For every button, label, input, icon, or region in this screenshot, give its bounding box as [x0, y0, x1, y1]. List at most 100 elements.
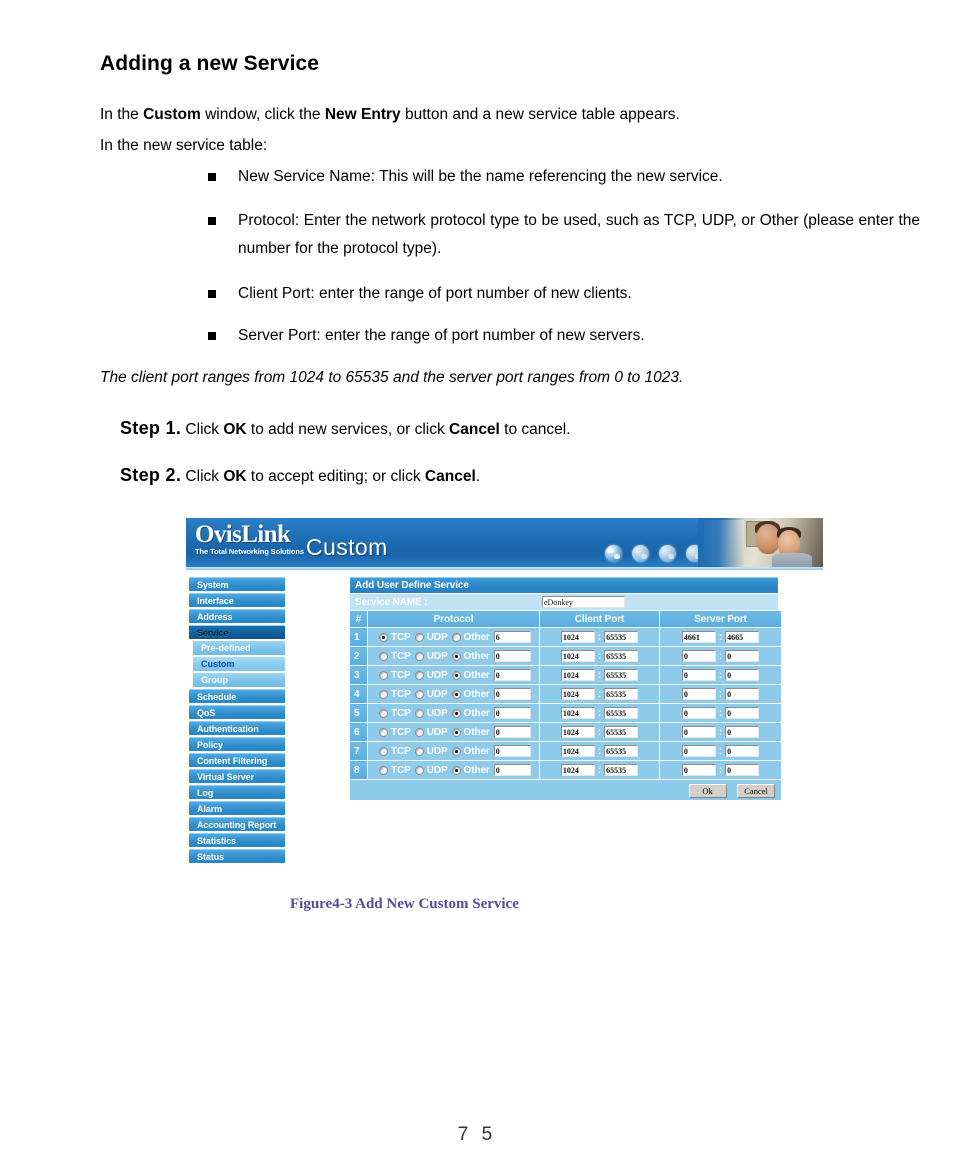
port-separator: :	[597, 631, 602, 643]
client-port-to-input[interactable]: 65535	[604, 650, 639, 662]
sidebar-item-qos[interactable]: QoS	[189, 705, 285, 719]
radio-udp[interactable]	[414, 689, 424, 699]
sidebar-item-virtual-server[interactable]: Virtual Server	[189, 769, 285, 783]
radio-other[interactable]	[451, 708, 461, 718]
server-port-to-input[interactable]: 0	[725, 726, 760, 738]
other-protocol-input[interactable]: 0	[493, 764, 531, 776]
server-port-to-input[interactable]: 0	[725, 707, 760, 719]
sidebar-item-status[interactable]: Status	[189, 849, 285, 863]
radio-tcp[interactable]	[379, 670, 388, 680]
radio-udp[interactable]	[414, 632, 424, 642]
server-port-to-input[interactable]: 0	[725, 688, 760, 700]
sidebar-item-group[interactable]: Group	[193, 673, 285, 687]
step-1-bold-ok: OK	[223, 421, 247, 438]
radio-other[interactable]	[451, 727, 461, 737]
server-port-from-input[interactable]: 0	[681, 650, 716, 662]
radio-tcp[interactable]	[379, 727, 388, 737]
sidebar-item-custom[interactable]: Custom	[193, 657, 285, 671]
client-port-to-input[interactable]: 65535	[604, 764, 639, 776]
radio-label-tcp: TCP	[391, 631, 411, 643]
radio-tcp[interactable]	[379, 746, 388, 756]
server-port-to-input[interactable]: 0	[725, 745, 760, 757]
client-port-from-input[interactable]: 1024	[560, 669, 595, 681]
radio-tcp[interactable]	[379, 651, 388, 661]
sidebar-item-statistics[interactable]: Statistics	[189, 833, 285, 847]
column-header-server-port: Server Port	[659, 610, 782, 628]
sidebar-item-interface[interactable]: Interface	[189, 593, 285, 607]
client-port-from-input[interactable]: 1024	[560, 707, 595, 719]
sidebar-item-authentication[interactable]: Authentication	[189, 721, 285, 735]
server-port-from-input[interactable]: 0	[681, 688, 716, 700]
table-row: 1 TCP UDP Other 6 1024: 65535 4661: 46…	[350, 627, 782, 647]
table-row: 7 TCP UDP Other 0 1024: 65535 0: 0	[350, 741, 782, 761]
radio-udp[interactable]	[414, 765, 424, 775]
sidebar-item-service[interactable]: Service	[189, 625, 285, 639]
other-protocol-input[interactable]: 0	[493, 650, 531, 662]
other-protocol-input[interactable]: 0	[493, 707, 531, 719]
radio-other[interactable]	[451, 746, 461, 756]
radio-other[interactable]	[451, 765, 461, 775]
server-port-cell: 0 : 0	[659, 760, 782, 780]
radio-other[interactable]	[451, 670, 461, 680]
radio-other[interactable]	[451, 689, 461, 699]
radio-tcp[interactable]	[379, 765, 388, 775]
radio-other[interactable]	[451, 632, 461, 642]
server-port-to-input[interactable]: 0	[725, 669, 760, 681]
sidebar-item-address[interactable]: Address	[189, 609, 285, 623]
client-port-from-input[interactable]: 1024	[560, 650, 595, 662]
list-item-label: Server Port: enter the range of port num…	[238, 327, 645, 344]
server-port-from-input[interactable]: 0	[681, 726, 716, 738]
cancel-button[interactable]: Cancel	[737, 784, 775, 798]
radio-udp[interactable]	[414, 727, 424, 737]
other-protocol-input[interactable]: 6	[493, 631, 531, 643]
client-port-to-input[interactable]: 65535	[604, 631, 639, 643]
radio-udp[interactable]	[414, 746, 424, 756]
client-port-to-input[interactable]: 65535	[604, 669, 639, 681]
document-page: Adding a new Service In the Custom windo…	[0, 0, 954, 1155]
server-port-from-input[interactable]: 0	[681, 745, 716, 757]
client-port-from-input[interactable]: 1024	[560, 726, 595, 738]
client-port-from-input[interactable]: 1024	[560, 745, 595, 757]
other-protocol-input[interactable]: 0	[493, 726, 531, 738]
client-port-from-input[interactable]: 1024	[560, 688, 595, 700]
radio-udp[interactable]	[414, 670, 424, 680]
protocol-cell: TCP UDP Other 0	[367, 665, 540, 685]
other-protocol-input[interactable]: 0	[493, 669, 531, 681]
sidebar-item-pre-defined[interactable]: Pre-defined	[193, 641, 285, 655]
port-separator: :	[597, 726, 602, 738]
radio-tcp[interactable]	[379, 708, 388, 718]
square-bullet-icon	[208, 332, 216, 340]
server-port-to-input[interactable]: 0	[725, 764, 760, 776]
radio-udp[interactable]	[414, 708, 424, 718]
globe-icon-group	[605, 545, 703, 562]
server-port-to-input[interactable]: 0	[725, 650, 760, 662]
server-port-from-input[interactable]: 4661	[681, 631, 716, 643]
radio-udp[interactable]	[414, 651, 424, 661]
service-name-input[interactable]: eDonkey	[542, 596, 625, 608]
other-protocol-input[interactable]: 0	[493, 745, 531, 757]
client-port-from-input[interactable]: 1024	[560, 764, 595, 776]
table-row: 4 TCP UDP Other 0 1024: 65535 0: 0	[350, 684, 782, 704]
radio-tcp[interactable]	[379, 689, 388, 699]
client-port-to-input[interactable]: 65535	[604, 688, 639, 700]
sidebar-item-system[interactable]: System	[189, 577, 285, 591]
sidebar-item-log[interactable]: Log	[189, 785, 285, 799]
radio-other[interactable]	[451, 651, 461, 661]
ok-button[interactable]: Ok	[688, 784, 727, 798]
radio-tcp[interactable]	[379, 632, 388, 642]
sidebar-item-schedule[interactable]: Schedule	[189, 689, 285, 703]
sidebar-item-accounting-report[interactable]: Accounting Report	[189, 817, 285, 831]
sidebar-item-policy[interactable]: Policy	[189, 737, 285, 751]
sidebar-item-content-filtering[interactable]: Content Filtering	[189, 753, 285, 767]
server-port-from-input[interactable]: 0	[681, 669, 716, 681]
server-port-from-input[interactable]: 0	[681, 707, 716, 719]
other-protocol-input[interactable]: 0	[493, 688, 531, 700]
client-port-to-input[interactable]: 65535	[604, 707, 639, 719]
client-port-to-input[interactable]: 65535	[604, 745, 639, 757]
server-port-from-input[interactable]: 0	[681, 764, 716, 776]
globe-icon	[659, 545, 676, 562]
server-port-to-input[interactable]: 4665	[725, 631, 760, 643]
client-port-from-input[interactable]: 1024	[560, 631, 595, 643]
sidebar-item-alarm[interactable]: Alarm	[189, 801, 285, 815]
client-port-to-input[interactable]: 65535	[604, 726, 639, 738]
